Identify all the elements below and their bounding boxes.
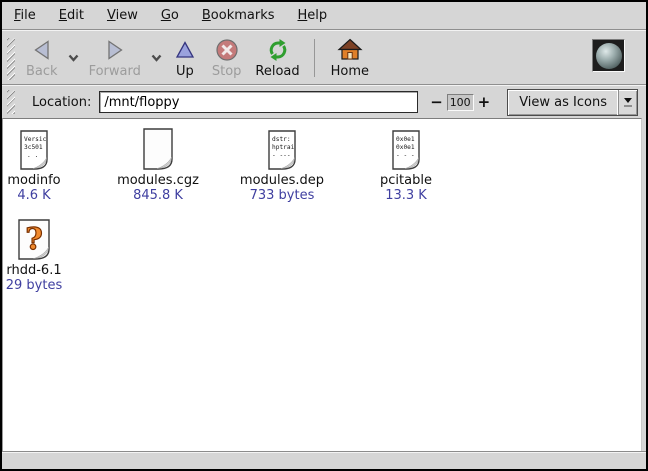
icon-view[interactable]: Versic 3c501 . . modinfo 4.6 K modules.c… — [2, 118, 642, 451]
svg-text:- ---: - --- — [272, 152, 291, 159]
up-arrow-icon — [172, 37, 198, 63]
svg-text:hptrai: hptrai — [272, 144, 295, 151]
reload-label: Reload — [255, 64, 299, 79]
svg-text:Versic: Versic — [24, 136, 47, 143]
svg-text:0x0e1: 0x0e1 — [396, 136, 415, 143]
file-item-modules-cgz[interactable]: modules.cgz 845.8 K — [96, 126, 220, 203]
stop-label: Stop — [212, 64, 242, 79]
forward-arrow-icon — [102, 37, 128, 63]
view-mode-label: View as Icons — [508, 90, 618, 115]
file-name: modinfo — [7, 173, 60, 188]
up-label: Up — [176, 64, 194, 79]
view-mode-selector[interactable]: View as Icons — [507, 89, 638, 116]
stop-icon — [214, 37, 240, 63]
menu-help[interactable]: Help — [298, 8, 328, 23]
forward-label: Forward — [89, 64, 141, 79]
home-button[interactable]: Home — [324, 36, 376, 80]
svg-text:dstr: |: dstr: | — [272, 136, 296, 143]
svg-text:- - -: - - - — [396, 152, 415, 159]
menu-go[interactable]: Go — [161, 8, 179, 23]
unknown-file-icon: ? — [18, 216, 50, 260]
menu-view[interactable]: View — [107, 8, 138, 23]
file-size: 4.6 K — [17, 188, 50, 203]
zoom-out-button[interactable]: − — [426, 93, 447, 111]
svg-text:0x0e1: 0x0e1 — [396, 144, 415, 151]
file-name: modules.dep — [240, 173, 324, 188]
home-label: Home — [331, 64, 369, 79]
zoom-level-indicator[interactable]: 100 — [447, 94, 474, 111]
toolbar-separator — [314, 39, 315, 77]
location-label: Location: — [32, 95, 91, 110]
icon-row-2: ? rhdd-6.1 29 bytes — [2, 216, 641, 293]
text-file-icon: 0x0e1 0x0e1 - - - — [392, 126, 420, 170]
text-file-icon: Versic 3c501 . . — [20, 126, 48, 170]
file-size: 845.8 K — [133, 188, 183, 203]
reload-icon — [265, 37, 291, 63]
file-size: 733 bytes — [250, 188, 315, 203]
plain-file-icon — [143, 126, 173, 170]
back-arrow-icon — [29, 37, 55, 63]
back-button[interactable]: Back — [19, 36, 65, 80]
back-label: Back — [26, 64, 58, 79]
location-bar: Location: − 100 + View as Icons — [2, 86, 646, 118]
throbber — [592, 39, 625, 72]
text-file-icon: dstr: | hptrai - --- — [268, 126, 296, 170]
file-size: 29 bytes — [6, 278, 63, 293]
stop-button[interactable]: Stop — [205, 36, 249, 80]
view-mode-dropdown-icon[interactable] — [618, 90, 637, 115]
menu-file[interactable]: File — [14, 8, 36, 23]
toolbar-drag-handle[interactable] — [7, 38, 15, 80]
status-bar — [2, 451, 646, 469]
file-item-pcitable[interactable]: 0x0e1 0x0e1 - - - pcitable 13.3 K — [344, 126, 468, 203]
file-size: 13.3 K — [385, 188, 427, 203]
menu-edit[interactable]: Edit — [59, 8, 84, 23]
file-item-modules-dep[interactable]: dstr: | hptrai - --- modules.dep 733 byt… — [220, 126, 344, 203]
file-name: modules.cgz — [117, 173, 199, 188]
location-input[interactable] — [99, 91, 418, 113]
file-name: rhdd-6.1 — [6, 263, 61, 278]
reload-button[interactable]: Reload — [248, 36, 306, 80]
toolbar: Back Forward Up — [2, 31, 646, 84]
file-item-rhdd[interactable]: ? rhdd-6.1 29 bytes — [2, 216, 96, 293]
icon-row-1: Versic 3c501 . . modinfo 4.6 K modules.c… — [2, 126, 641, 203]
forward-button[interactable]: Forward — [82, 36, 148, 80]
home-icon — [337, 37, 363, 63]
forward-history-chevron-icon[interactable] — [148, 51, 165, 66]
zoom-in-button[interactable]: + — [474, 93, 495, 111]
back-history-chevron-icon[interactable] — [65, 51, 82, 66]
menu-bookmarks[interactable]: Bookmarks — [202, 8, 275, 23]
file-name: pcitable — [380, 173, 432, 188]
throbber-sphere-icon — [596, 43, 622, 69]
up-button[interactable]: Up — [165, 36, 205, 80]
question-mark-icon: ? — [25, 222, 43, 257]
file-item-modinfo[interactable]: Versic 3c501 . . modinfo 4.6 K — [2, 126, 96, 203]
file-manager-window: File Edit View Go Bookmarks Help Back Fo… — [0, 0, 648, 471]
svg-text:. .: . . — [27, 152, 38, 159]
location-bar-drag-handle[interactable] — [7, 90, 15, 114]
svg-text:3c501: 3c501 — [24, 144, 43, 151]
menubar: File Edit View Go Bookmarks Help — [2, 2, 646, 29]
